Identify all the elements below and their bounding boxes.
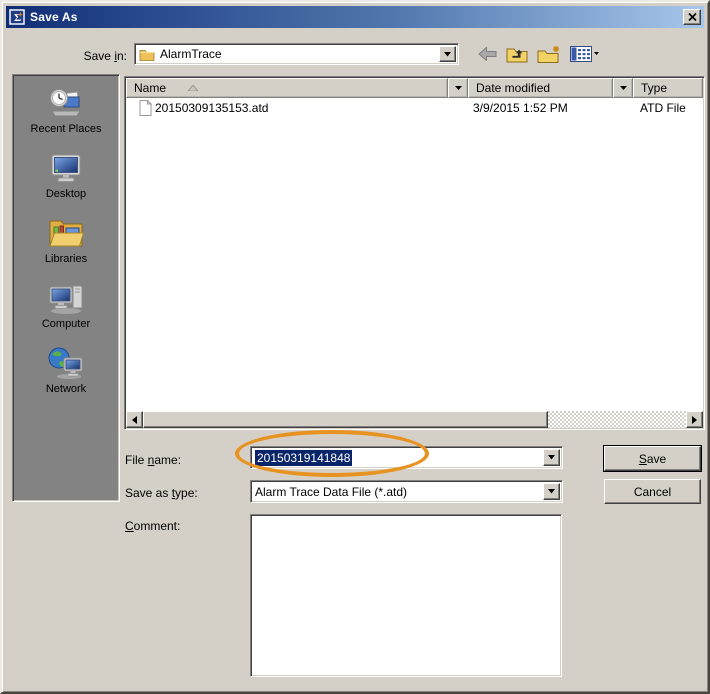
save-as-type-label: Save as type: xyxy=(125,486,198,500)
place-label: Network xyxy=(13,383,119,395)
scrollbar-thumb[interactable] xyxy=(143,411,548,428)
views-menu-button[interactable] xyxy=(570,44,599,64)
back-button[interactable] xyxy=(478,44,497,64)
navigation-toolbar xyxy=(478,44,599,64)
file-name-value[interactable]: 20150319141848 xyxy=(255,450,352,466)
save-as-type-combobox[interactable]: Alarm Trace Data File (*.atd) xyxy=(250,480,563,503)
file-list-header: Name Date modified Type xyxy=(126,78,703,98)
up-one-level-icon xyxy=(506,46,528,63)
place-computer[interactable]: Computer xyxy=(13,280,119,330)
network-icon xyxy=(47,345,85,381)
svg-text:+: + xyxy=(18,10,23,19)
place-network[interactable]: Network xyxy=(13,345,119,395)
file-row[interactable]: 20150309135153.atd 3/9/2015 1:52 PM ATD … xyxy=(126,100,703,118)
comment-label: Comment: xyxy=(125,519,180,533)
arrow-right-icon xyxy=(692,416,697,424)
file-type-cell: ATD File xyxy=(640,101,686,115)
column-header-name[interactable]: Name xyxy=(126,78,448,98)
chevron-down-icon xyxy=(455,86,462,90)
title-bar[interactable]: Σ + Save As xyxy=(6,6,704,28)
file-name-dropdown-button[interactable] xyxy=(543,449,560,466)
comment-textarea[interactable] xyxy=(250,514,562,677)
close-button[interactable] xyxy=(683,9,701,25)
save-in-location: AlarmTrace xyxy=(160,47,222,61)
computer-icon xyxy=(47,280,85,316)
save-as-type-value: Alarm Trace Data File (*.atd) xyxy=(255,485,407,499)
folder-icon xyxy=(139,48,155,61)
scroll-left-button[interactable] xyxy=(126,411,143,428)
save-in-dropdown-button[interactable] xyxy=(439,46,456,62)
place-label: Desktop xyxy=(13,188,119,200)
scroll-right-button[interactable] xyxy=(686,411,703,428)
chevron-down-icon xyxy=(444,52,452,57)
back-arrow-icon xyxy=(478,47,497,61)
date-filter-dropdown-button[interactable] xyxy=(613,78,633,98)
column-header-type[interactable]: Type xyxy=(633,78,703,98)
save-as-dialog: Σ + Save As Save in: AlarmTrace xyxy=(0,0,710,694)
chevron-down-icon xyxy=(548,455,556,460)
save-button[interactable]: Save xyxy=(604,446,701,471)
save-in-label: Save in: xyxy=(42,49,127,63)
app-sigma-icon: Σ + xyxy=(9,9,25,25)
file-name-combobox[interactable]: 20150319141848 xyxy=(250,446,563,469)
name-filter-dropdown-button[interactable] xyxy=(448,78,468,98)
close-icon xyxy=(688,13,697,21)
place-label: Recent Places xyxy=(13,123,119,135)
save-as-type-dropdown-button[interactable] xyxy=(543,483,560,500)
libraries-icon xyxy=(47,215,85,251)
file-date-cell: 3/9/2015 1:52 PM xyxy=(473,101,568,115)
place-recent-places[interactable]: Recent Places xyxy=(13,85,119,135)
file-name-cell: 20150309135153.atd xyxy=(155,101,268,115)
sort-ascending-icon xyxy=(188,85,198,91)
place-libraries[interactable]: Libraries xyxy=(13,215,119,265)
place-label: Libraries xyxy=(13,253,119,265)
file-icon xyxy=(139,100,152,116)
file-name-label: File name: xyxy=(125,453,181,467)
desktop-icon xyxy=(48,150,84,186)
new-folder-button[interactable] xyxy=(537,44,561,64)
place-desktop[interactable]: Desktop xyxy=(13,150,119,200)
chevron-down-icon xyxy=(620,86,627,90)
arrow-left-icon xyxy=(132,416,137,424)
chevron-down-icon xyxy=(548,489,556,494)
up-one-level-button[interactable] xyxy=(506,44,528,64)
views-menu-icon xyxy=(570,46,599,62)
recent-places-icon xyxy=(47,85,85,121)
column-header-date-modified[interactable]: Date modified xyxy=(468,78,613,98)
save-in-combobox[interactable]: AlarmTrace xyxy=(134,43,459,65)
horizontal-scrollbar[interactable] xyxy=(126,411,703,428)
places-bar: Recent Places Desktop xyxy=(12,74,120,502)
place-label: Computer xyxy=(13,318,119,330)
new-folder-icon xyxy=(537,45,561,63)
file-list[interactable]: Name Date modified Type xyxy=(124,76,705,430)
cancel-button[interactable]: Cancel xyxy=(604,479,701,504)
window-title: Save As xyxy=(30,10,78,24)
